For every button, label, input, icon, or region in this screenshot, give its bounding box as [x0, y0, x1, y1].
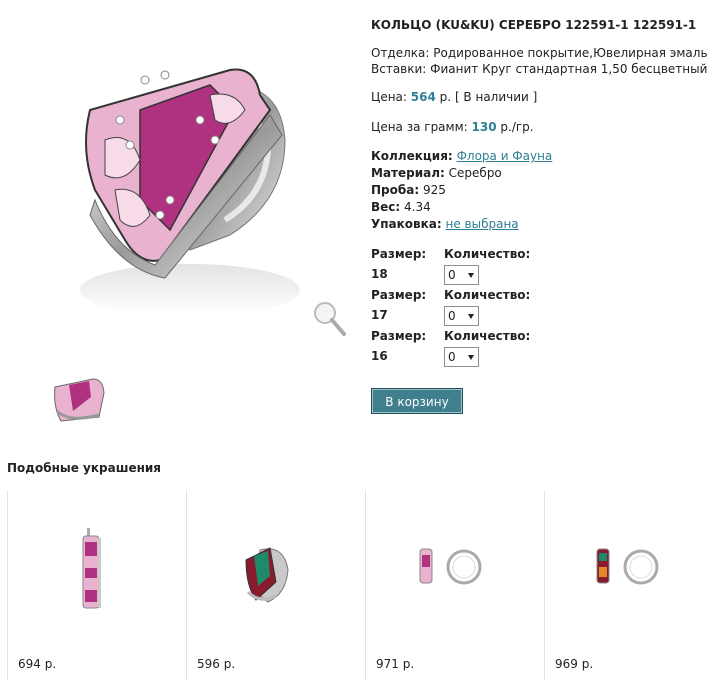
- proba-line: Проба: 925: [371, 183, 446, 198]
- size-value: 17: [371, 308, 388, 322]
- inserts-line: Вставки: Фианит Круг стандартная 1,50 бе…: [371, 62, 707, 77]
- finish-line: Отделка: Родированное покрытие,Ювелирная…: [371, 46, 708, 61]
- size-label: Размер:: [371, 247, 427, 261]
- qty-label: Количество:: [444, 288, 531, 302]
- size-17-label: Размер: 17: [371, 285, 441, 325]
- inserts-value: Фианит Круг стандартная 1,50 бесцветный: [430, 62, 708, 76]
- size-label: Размер:: [371, 288, 427, 302]
- add-to-cart-button[interactable]: В корзину: [371, 388, 463, 414]
- ppg-unit: р./гр.: [500, 120, 534, 134]
- weight-line: Вес: 4.34: [371, 200, 431, 215]
- price-per-gram-line: Цена за грамм: 130 р./гр.: [371, 120, 534, 135]
- material-value: Серебро: [448, 166, 502, 180]
- similar-item-price: 971 р.: [376, 657, 415, 671]
- earrings-icon: [596, 548, 659, 585]
- qty-select-16[interactable]: 0: [444, 347, 479, 367]
- size-label: Размер:: [371, 329, 427, 343]
- qty-value: 0: [448, 268, 456, 282]
- ring-icon: [245, 547, 289, 603]
- material-label: Материал:: [371, 166, 445, 180]
- similar-item-card[interactable]: 596 р.: [186, 490, 365, 680]
- similar-item-card[interactable]: 969 р.: [544, 490, 707, 680]
- inserts-label: Вставки:: [371, 62, 427, 76]
- proba-label: Проба:: [371, 183, 420, 197]
- collection-link[interactable]: Флора и Фауна: [457, 149, 553, 163]
- similar-item-card[interactable]: 694 р.: [7, 490, 186, 680]
- product-main-image[interactable]: [20, 0, 350, 340]
- qty-label: Количество:: [444, 247, 531, 261]
- chevron-down-icon: [468, 273, 474, 278]
- packaging-line: Упаковка: не выбрана: [371, 217, 519, 232]
- price-value: 564: [410, 90, 436, 104]
- collection-line: Коллекция: Флора и Фауна: [371, 149, 552, 164]
- packaging-link[interactable]: не выбрана: [446, 217, 519, 231]
- similar-items-title: Подобные украшения: [7, 461, 162, 475]
- earrings-icon: [419, 548, 482, 585]
- ppg-label: Цена за грамм:: [371, 120, 468, 134]
- similar-item-price: 694 р.: [18, 657, 57, 671]
- proba-value: 925: [422, 183, 446, 197]
- similar-item-price: 596 р.: [197, 657, 236, 671]
- finish-label: Отделка:: [371, 46, 430, 60]
- qty-select-17[interactable]: 0: [444, 306, 479, 326]
- price-line: Цена: 564 р. [ В наличии ]: [371, 90, 537, 105]
- weight-value: 4.34: [404, 200, 431, 214]
- chevron-down-icon: [468, 355, 474, 360]
- qty-label: Количество:: [444, 329, 531, 343]
- packaging-label: Упаковка:: [371, 217, 442, 231]
- size-value: 18: [371, 267, 388, 281]
- price-label: Цена:: [371, 90, 407, 104]
- stock-status: [ В наличии ]: [454, 90, 538, 104]
- product-thumbnail[interactable]: [48, 366, 110, 430]
- similar-item-price: 969 р.: [555, 657, 594, 671]
- similar-item-card[interactable]: 971 р.: [365, 490, 544, 680]
- size-value: 16: [371, 349, 388, 363]
- zoom-icon[interactable]: [310, 298, 350, 340]
- chevron-down-icon: [468, 314, 474, 319]
- size-18-label: Размер: 18: [371, 244, 441, 284]
- material-line: Материал: Серебро: [371, 166, 502, 181]
- pendant-icon: [82, 528, 101, 609]
- ppg-value: 130: [471, 120, 497, 134]
- qty-value: 0: [448, 309, 456, 323]
- weight-label: Вес:: [371, 200, 401, 214]
- price-unit: р.: [439, 90, 452, 104]
- qty-value: 0: [448, 350, 456, 364]
- qty-select-18[interactable]: 0: [444, 265, 479, 285]
- size-16-label: Размер: 16: [371, 326, 441, 366]
- product-title: КОЛЬЦО (KU&KU) СЕРЕБРО 122591-1 122591-1: [371, 18, 697, 32]
- collection-label: Коллекция:: [371, 149, 453, 163]
- ring-image: [80, 68, 300, 316]
- finish-value: Родированное покрытие,Ювелирная эмаль: [433, 46, 708, 60]
